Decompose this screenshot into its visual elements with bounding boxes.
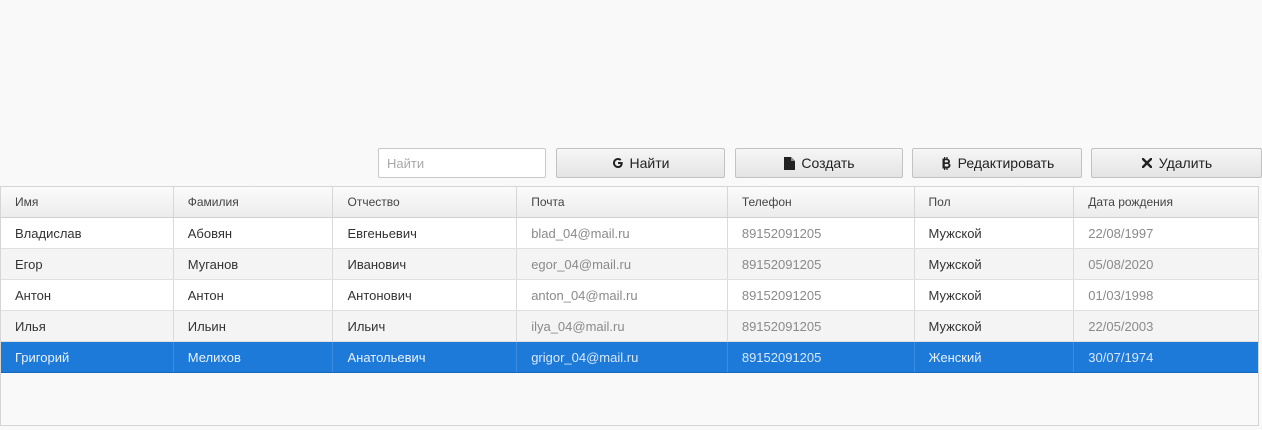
table-row[interactable]: Илья Ильин Ильич ilya_04@mail.ru 8915209…	[1, 311, 1258, 342]
table-row[interactable]: Егор Муганов Иванович egor_04@mail.ru 89…	[1, 249, 1258, 280]
cell-last-name: Ильин	[174, 311, 334, 341]
create-button[interactable]: Создать	[735, 148, 903, 178]
cell-patronymic: Иванович	[333, 249, 518, 279]
column-header-email[interactable]: Почта	[517, 187, 728, 217]
cell-last-name: Антон	[174, 280, 334, 310]
delete-button-label: Удалить	[1158, 155, 1213, 171]
cell-birth-date: 05/08/2020	[1088, 256, 1154, 272]
cell-email: ilya_04@mail.ru	[517, 311, 728, 341]
cell-phone: 89152091205	[728, 249, 915, 279]
toolbar: Найти Создать Редактировать Удалить	[0, 148, 1262, 178]
column-header-birth-date[interactable]: Дата рождения	[1074, 187, 1258, 217]
edit-button[interactable]: Редактировать	[912, 148, 1082, 178]
cell-birth-date: 22/08/1997	[1088, 225, 1154, 241]
cell-birth-date: 22/05/2003	[1088, 318, 1154, 334]
users-table: Имя Фамилия Отчество Почта Телефон Пол Д…	[0, 186, 1259, 426]
cell-phone: 89152091205	[728, 342, 915, 372]
cell-patronymic: Ильич	[333, 311, 518, 341]
cell-birth-date: 01/03/1998	[1088, 287, 1154, 303]
find-button[interactable]: Найти	[556, 148, 725, 178]
find-button-label: Найти	[629, 155, 670, 171]
cell-gender: Женский	[915, 342, 1075, 372]
cell-email: grigor_04@mail.ru	[517, 342, 728, 372]
table-header: Имя Фамилия Отчество Почта Телефон Пол Д…	[1, 187, 1258, 218]
column-header-last-name[interactable]: Фамилия	[174, 187, 334, 217]
cell-phone: 89152091205	[728, 218, 915, 248]
cell-gender: Мужской	[915, 218, 1075, 248]
cell-last-name: Абовян	[174, 218, 334, 248]
cell-gender: Мужской	[915, 311, 1075, 341]
cell-patronymic: Евгеньевич	[333, 218, 518, 248]
cell-last-name: Мелихов	[174, 342, 334, 372]
bitcoin-icon	[940, 156, 952, 170]
cell-patronymic: Анатольевич	[333, 342, 518, 372]
cell-birth-date: 30/07/1974	[1088, 349, 1154, 365]
cell-first-name: Егор	[1, 249, 174, 279]
cell-gender: Мужской	[915, 280, 1075, 310]
edit-button-label: Редактировать	[957, 155, 1055, 171]
cell-gender: Мужской	[915, 249, 1075, 279]
column-header-first-name[interactable]: Имя	[1, 187, 174, 217]
table-row[interactable]: Владислав Абовян Евгеньевич blad_04@mail…	[1, 218, 1258, 249]
column-header-phone[interactable]: Телефон	[728, 187, 915, 217]
cell-first-name: Григорий	[1, 342, 174, 372]
column-header-gender[interactable]: Пол	[915, 187, 1075, 217]
close-icon	[1141, 156, 1153, 170]
cell-email: blad_04@mail.ru	[517, 218, 728, 248]
table-row[interactable]: Антон Антон Антонович anton_04@mail.ru 8…	[1, 280, 1258, 311]
cell-phone: 89152091205	[728, 280, 915, 310]
table-row-selected[interactable]: Григорий Мелихов Анатольевич grigor_04@m…	[1, 342, 1258, 373]
cell-last-name: Муганов	[174, 249, 334, 279]
search-input[interactable]	[378, 148, 546, 178]
google-g-icon	[612, 156, 624, 170]
cell-phone: 89152091205	[728, 311, 915, 341]
create-button-label: Создать	[801, 155, 855, 171]
cell-email: anton_04@mail.ru	[517, 280, 728, 310]
cell-first-name: Владислав	[1, 218, 174, 248]
column-header-patronymic[interactable]: Отчество	[333, 187, 518, 217]
cell-email: egor_04@mail.ru	[517, 249, 728, 279]
file-icon	[783, 156, 795, 170]
cell-patronymic: Антонович	[333, 280, 518, 310]
cell-first-name: Антон	[1, 280, 174, 310]
delete-button[interactable]: Удалить	[1091, 148, 1262, 178]
cell-first-name: Илья	[1, 311, 174, 341]
